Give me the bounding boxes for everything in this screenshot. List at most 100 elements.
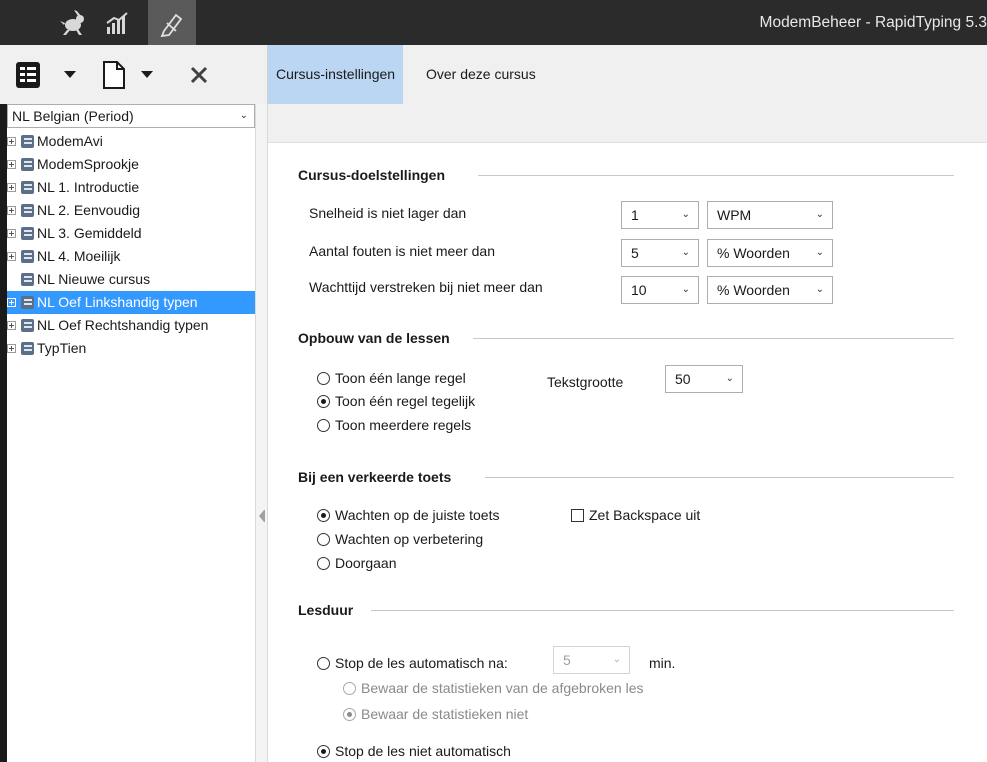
- book-icon: [21, 250, 34, 263]
- course-book-icon[interactable]: [13, 45, 43, 104]
- expand-icon[interactable]: [7, 252, 16, 261]
- sub-toolbar: [268, 104, 987, 143]
- radio-checked-icon: [317, 509, 330, 522]
- errors-unit: % Woorden: [717, 245, 790, 261]
- book-icon: [21, 319, 34, 332]
- expand-icon[interactable]: [7, 183, 16, 192]
- editor-icon[interactable]: [148, 0, 196, 45]
- section-heading-lesson-layout: Opbouw van de lessen: [298, 330, 450, 346]
- wait-time-unit-select[interactable]: % Woorden ⌄: [707, 276, 833, 304]
- expand-icon[interactable]: [7, 229, 16, 238]
- title-bar: ModemBeheer - RapidTyping 5.3: [0, 0, 987, 45]
- radio-one-long-line[interactable]: Toon één lange regel: [317, 368, 466, 388]
- wait-time-unit: % Woorden: [717, 282, 790, 298]
- section-heading-wrong-key: Bij een verkeerde toets: [298, 469, 452, 485]
- book-icon: [21, 158, 34, 171]
- radio-continue[interactable]: Doorgaan: [317, 553, 397, 573]
- tree-item-label: NL Nieuwe cursus: [37, 271, 151, 287]
- speed-unit-select[interactable]: WPM ⌄: [707, 201, 833, 229]
- book-icon: [21, 181, 34, 194]
- radio-auto-stop[interactable]: Stop de les automatisch na:: [317, 653, 508, 673]
- tree-item[interactable]: TypTien: [7, 337, 255, 360]
- expand-icon[interactable]: [7, 206, 16, 215]
- tree-item[interactable]: NL Nieuwe cursus: [7, 268, 255, 291]
- stats-icon[interactable]: [95, 0, 140, 45]
- auto-stop-unit: min.: [649, 655, 676, 671]
- tree-item[interactable]: NL 1. Introductie: [7, 176, 255, 199]
- expand-icon[interactable]: [7, 321, 16, 330]
- tree-item[interactable]: NL 2. Eenvoudig: [7, 199, 255, 222]
- expand-icon[interactable]: [7, 160, 16, 169]
- book-icon: [21, 342, 34, 355]
- radio-wait-correct-key[interactable]: Wachten op de juiste toets: [317, 505, 499, 525]
- course-select[interactable]: NL Belgian (Period) ⌄: [7, 104, 255, 128]
- tree-item-label: NL 2. Eenvoudig: [37, 202, 140, 218]
- auto-stop-minutes-value: 5: [563, 652, 571, 668]
- divider: [485, 477, 954, 478]
- tree-item-label: NL Oef Rechtshandig typen: [37, 317, 209, 333]
- radio-label: Stop de les niet automatisch: [335, 743, 511, 759]
- radio-label: Toon meerdere regels: [335, 417, 472, 433]
- text-size-select[interactable]: 50 ⌄: [665, 365, 743, 393]
- tree-item[interactable]: ModemAvi: [7, 130, 255, 153]
- section-heading-goals: Cursus-doelstellingen: [298, 167, 446, 183]
- speed-label: Snelheid is niet lager dan: [309, 205, 467, 221]
- radio-icon: [317, 657, 330, 670]
- tab-course-settings[interactable]: Cursus-instellingen: [268, 45, 404, 104]
- radio-checked-icon: [343, 708, 356, 721]
- window-title: ModemBeheer - RapidTyping 5.3: [759, 14, 987, 31]
- book-icon: [21, 296, 34, 309]
- errors-value-select[interactable]: 5 ⌄: [621, 239, 699, 267]
- errors-unit-select[interactable]: % Woorden ⌄: [707, 239, 833, 267]
- tree-item[interactable]: NL 3. Gemiddeld: [7, 222, 255, 245]
- radio-label: Wachten op verbetering: [335, 531, 484, 547]
- radio-wait-correction[interactable]: Wachten op verbetering: [317, 529, 483, 549]
- window-left-border: [0, 45, 7, 762]
- dropdown-arrow-icon[interactable]: [141, 45, 153, 104]
- chevron-down-icon: ⌄: [815, 284, 824, 295]
- auto-stop-minutes-select[interactable]: 5 ⌄: [553, 646, 630, 674]
- radio-icon: [343, 682, 356, 695]
- radio-one-line-at-a-time[interactable]: Toon één regel tegelijk: [317, 391, 475, 411]
- tree-item[interactable]: ModemSprookje: [7, 153, 255, 176]
- expand-icon[interactable]: [7, 137, 16, 146]
- divider: [371, 610, 954, 611]
- dropdown-arrow-icon[interactable]: [64, 45, 76, 104]
- text-size-value: 50: [675, 371, 691, 387]
- tree-item-label: ModemSprookje: [37, 156, 139, 172]
- radio-label: Bewaar de statistieken niet: [361, 706, 529, 722]
- radio-no-save-stats[interactable]: Bewaar de statistieken niet: [343, 704, 528, 724]
- errors-label: Aantal fouten is niet meer dan: [309, 243, 496, 259]
- panel-splitter[interactable]: [255, 104, 268, 762]
- tree-item[interactable]: NL 4. Moeilijk: [7, 245, 255, 268]
- expand-icon[interactable]: [7, 298, 16, 307]
- radio-no-auto-stop[interactable]: Stop de les niet automatisch: [317, 741, 511, 761]
- speed-value-select[interactable]: 1 ⌄: [621, 201, 699, 229]
- errors-value: 5: [631, 245, 639, 261]
- radio-checked-icon: [317, 745, 330, 758]
- new-document-icon[interactable]: [101, 45, 127, 104]
- radio-save-aborted-stats[interactable]: Bewaar de statistieken van de afgebroken…: [343, 678, 644, 698]
- collapse-left-icon[interactable]: [259, 509, 265, 522]
- tree-item-selected[interactable]: NL Oef Linkshandig typen: [7, 291, 255, 314]
- section-heading-duration: Lesduur: [298, 602, 354, 618]
- radio-multiple-lines[interactable]: Toon meerdere regels: [317, 415, 471, 435]
- checkbox-icon: [571, 509, 584, 522]
- radio-icon: [317, 419, 330, 432]
- wait-time-value: 10: [631, 282, 647, 298]
- disable-backspace-checkbox[interactable]: Zet Backspace uit: [571, 505, 700, 525]
- tree-item-label: NL 1. Introductie: [37, 179, 140, 195]
- tree-item[interactable]: NL Oef Rechtshandig typen: [7, 314, 255, 337]
- tree-item-label: NL Oef Linkshandig typen: [37, 294, 198, 310]
- expand-icon[interactable]: [7, 344, 16, 353]
- wait-time-value-select[interactable]: 10 ⌄: [621, 276, 699, 304]
- radio-label: Toon één lange regel: [335, 370, 466, 386]
- rabbit-icon[interactable]: [48, 0, 98, 45]
- delete-icon[interactable]: [190, 45, 208, 104]
- radio-icon: [317, 372, 330, 385]
- settings-panel: Cursus-doelstellingen Snelheid is niet l…: [268, 143, 987, 762]
- chevron-down-icon: ⌄: [681, 247, 690, 258]
- tab-about-course[interactable]: Over deze cursus: [418, 45, 544, 104]
- radio-label: Bewaar de statistieken van de afgebroken…: [361, 680, 644, 696]
- chevron-down-icon: ⌄: [681, 284, 690, 295]
